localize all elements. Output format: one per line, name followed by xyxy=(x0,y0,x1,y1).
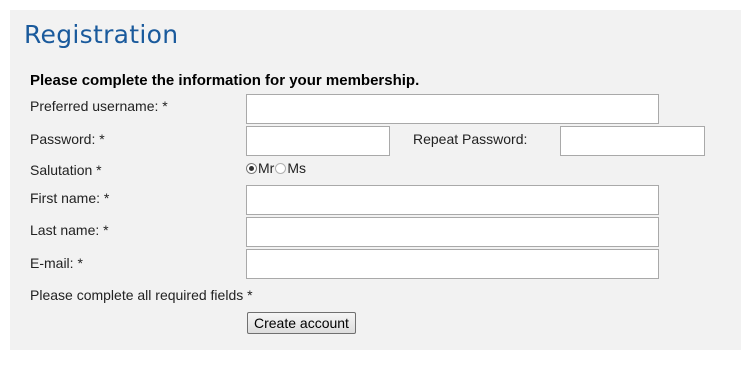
email-label: E-mail: * xyxy=(30,255,83,271)
username-input[interactable] xyxy=(246,94,659,124)
repeat-password-input[interactable] xyxy=(560,126,705,156)
password-input[interactable] xyxy=(246,126,390,156)
last-name-input[interactable] xyxy=(246,217,659,247)
first-name-label: First name: * xyxy=(30,190,110,206)
salutation-mr-label: Mr xyxy=(258,160,275,176)
salutation-mr-radio[interactable] xyxy=(246,162,257,174)
salutation-label: Salutation * xyxy=(30,162,102,178)
intro-text: Please complete the information for your… xyxy=(30,72,420,89)
username-label: Preferred username: * xyxy=(30,98,168,114)
password-label: Password: * xyxy=(30,131,105,147)
required-fields-note: Please complete all required fields * xyxy=(30,287,253,303)
salutation-radio-group: Mr Ms xyxy=(246,160,306,176)
repeat-password-label: Repeat Password: xyxy=(413,131,528,147)
email-input[interactable] xyxy=(246,249,659,279)
page-title: Registration xyxy=(24,20,179,49)
salutation-ms-label: Ms xyxy=(287,160,306,176)
registration-panel: Registration Please complete the informa… xyxy=(10,10,741,350)
first-name-input[interactable] xyxy=(246,185,659,215)
last-name-label: Last name: * xyxy=(30,222,109,238)
create-account-button[interactable]: Create account xyxy=(247,312,356,334)
salutation-ms-radio[interactable] xyxy=(275,162,287,174)
